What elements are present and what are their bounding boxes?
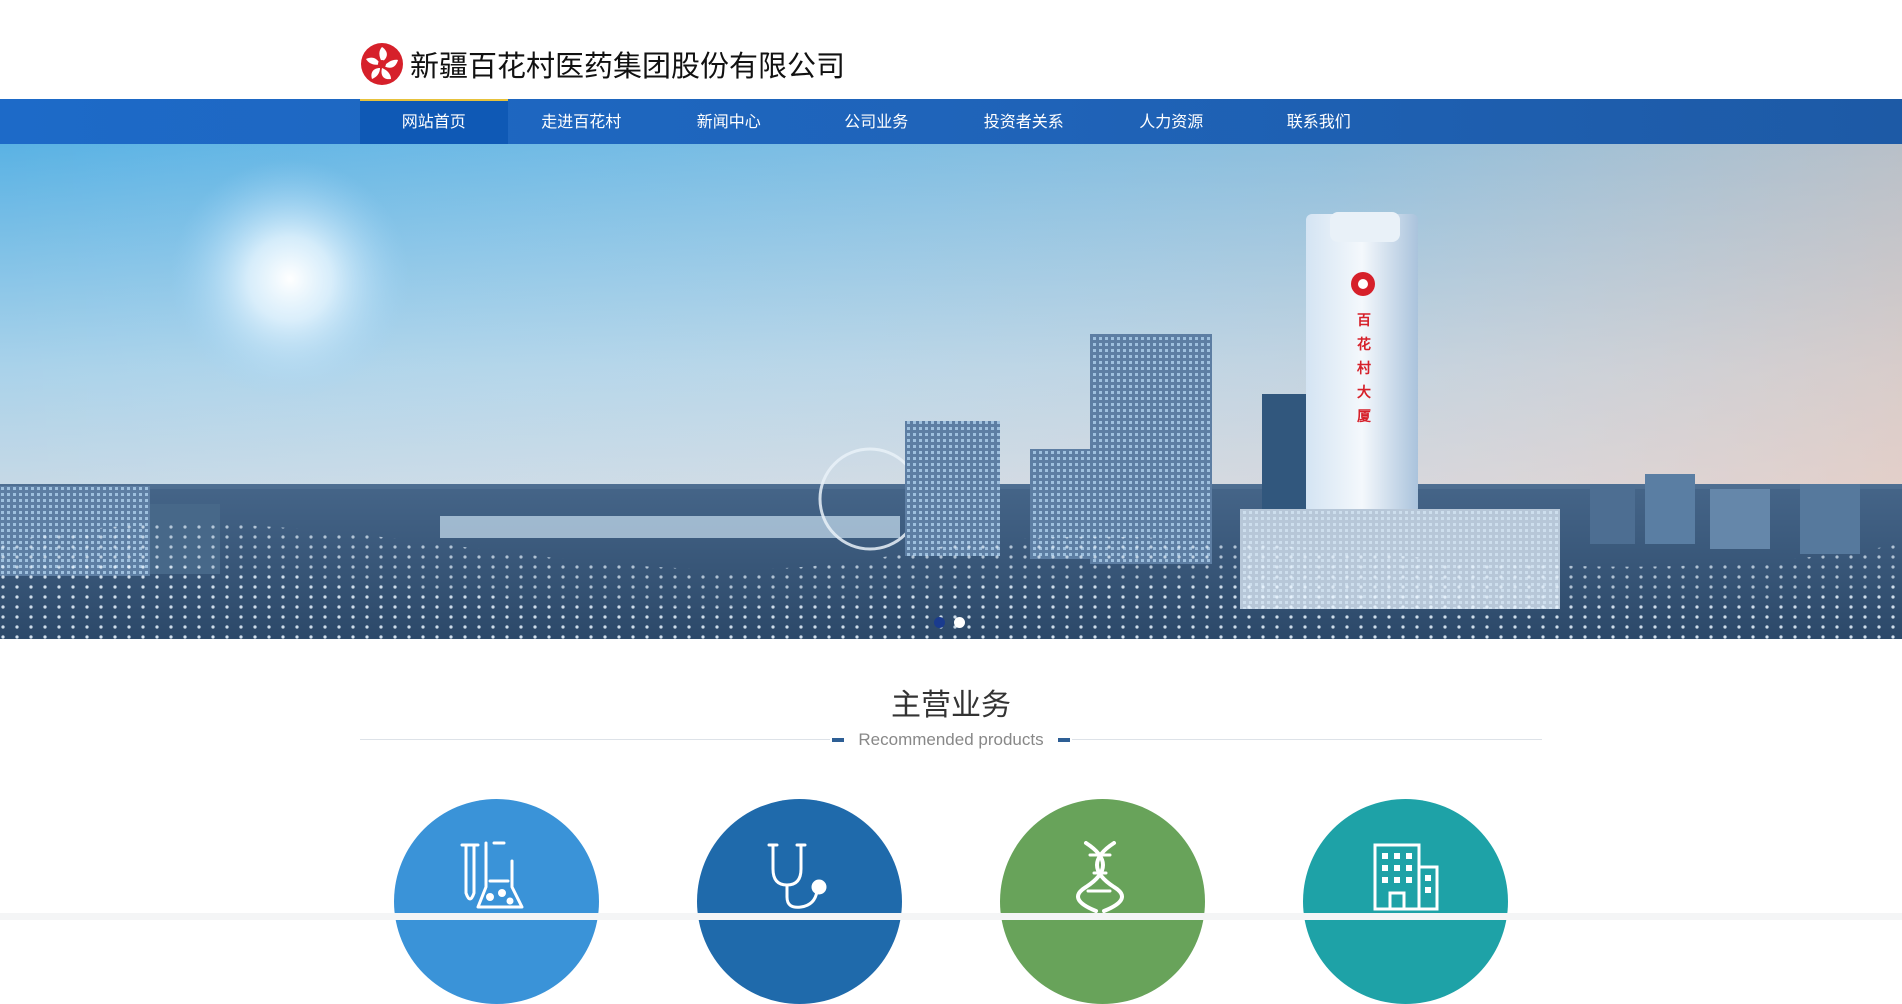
carousel-indicators bbox=[934, 617, 965, 628]
building-sign-char: 花 bbox=[1357, 337, 1371, 353]
business-item-hospital[interactable] bbox=[1303, 799, 1508, 1004]
nav-list: 网站首页 走进百花村 新闻中心 公司业务 投资者关系 人力资源 联系我们 bbox=[360, 99, 1393, 144]
baihuacun-logo-icon bbox=[361, 43, 403, 85]
hero-banner[interactable]: 百 花 村 大 厦 bbox=[0, 144, 1902, 639]
site-header: 新疆百花村医药集团股份有限公司 bbox=[0, 0, 1902, 99]
nav-item-business[interactable]: 公司业务 bbox=[803, 99, 951, 144]
building-sign-char: 厦 bbox=[1357, 409, 1371, 425]
main-navigation: 网站首页 走进百花村 新闻中心 公司业务 投资者关系 人力资源 联系我们 bbox=[0, 99, 1902, 144]
subtitle-dash-right bbox=[1057, 738, 1070, 742]
bottom-edge bbox=[0, 913, 1902, 920]
nav-item-news[interactable]: 新闻中心 bbox=[655, 99, 803, 144]
dna-icon bbox=[1076, 841, 1124, 913]
hospital-building-icon bbox=[1373, 843, 1439, 911]
section-subtitle-wrap: Recommended products bbox=[830, 729, 1072, 751]
building-sign-char: 大 bbox=[1357, 385, 1371, 401]
building-sign-char: 百 bbox=[1357, 313, 1371, 329]
carousel-dot-2[interactable] bbox=[954, 617, 965, 628]
building-sign-char: 村 bbox=[1357, 361, 1371, 377]
nav-item-hr[interactable]: 人力资源 bbox=[1098, 99, 1246, 144]
nav-item-investors[interactable]: 投资者关系 bbox=[950, 99, 1098, 144]
business-icons-row bbox=[394, 799, 1508, 1004]
building-sign: 百 花 村 大 厦 bbox=[1356, 310, 1372, 426]
nav-item-about[interactable]: 走进百花村 bbox=[508, 99, 656, 144]
carousel-dot-1[interactable] bbox=[934, 617, 945, 628]
business-item-biotech[interactable] bbox=[1000, 799, 1205, 1004]
nav-item-contact[interactable]: 联系我们 bbox=[1245, 99, 1393, 144]
business-item-lab[interactable] bbox=[394, 799, 599, 1004]
section-subtitle: Recommended products bbox=[858, 730, 1044, 749]
business-item-medical[interactable] bbox=[697, 799, 902, 1004]
section-title: 主营业务 bbox=[891, 688, 1011, 723]
company-name: 新疆百花村医药集团股份有限公司 bbox=[410, 49, 846, 83]
lab-flask-icon bbox=[460, 841, 524, 909]
nav-item-home[interactable]: 网站首页 bbox=[360, 99, 508, 144]
site-logo[interactable]: 新疆百花村医药集团股份有限公司 bbox=[360, 42, 845, 86]
subtitle-dash-left bbox=[832, 738, 845, 742]
stethoscope-icon bbox=[767, 843, 827, 909]
city-skyline-image bbox=[0, 144, 1902, 639]
